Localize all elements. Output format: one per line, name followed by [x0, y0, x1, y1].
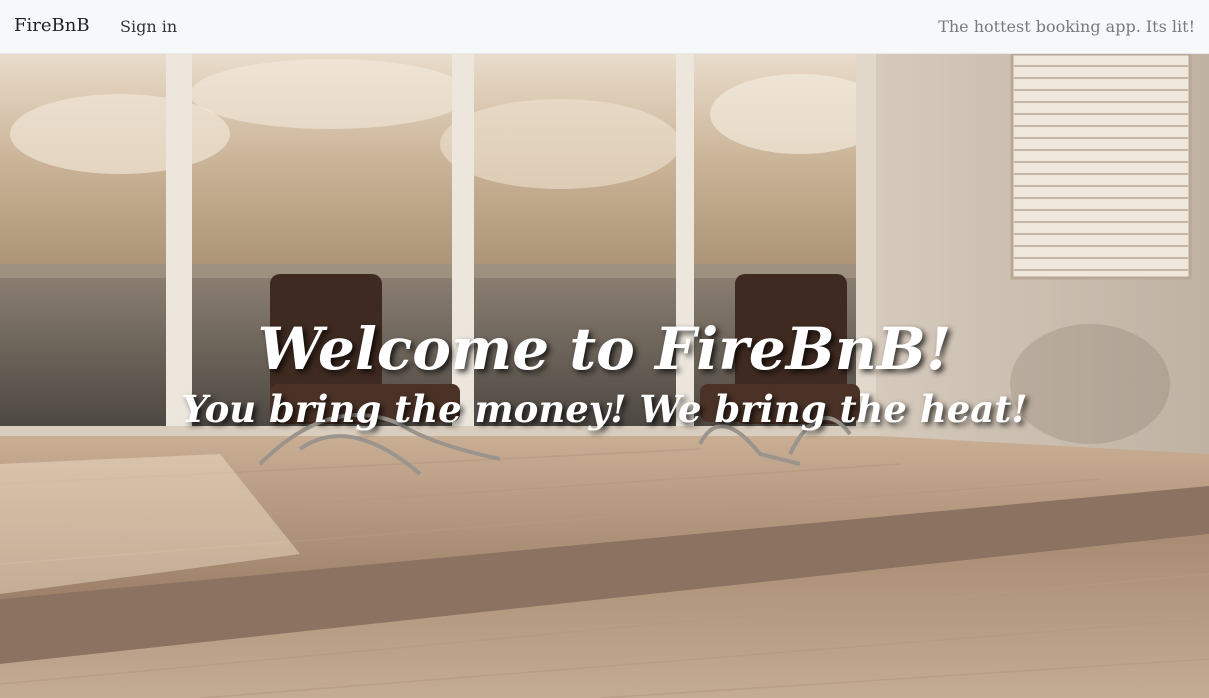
hero-section: Welcome to FireBnB! You bring the money!… [0, 54, 1209, 698]
sign-in-link[interactable]: Sign in [120, 17, 177, 36]
top-navbar: FireBnB Sign in The hottest booking app.… [0, 0, 1209, 54]
navbar-tagline: The hottest booking app. Its lit! [938, 17, 1195, 36]
hero-title: Welcome to FireBnB! [257, 314, 952, 383]
brand-logo-link[interactable]: FireBnB [14, 15, 90, 36]
hero-subtitle: You bring the money! We bring the heat! [181, 386, 1028, 431]
